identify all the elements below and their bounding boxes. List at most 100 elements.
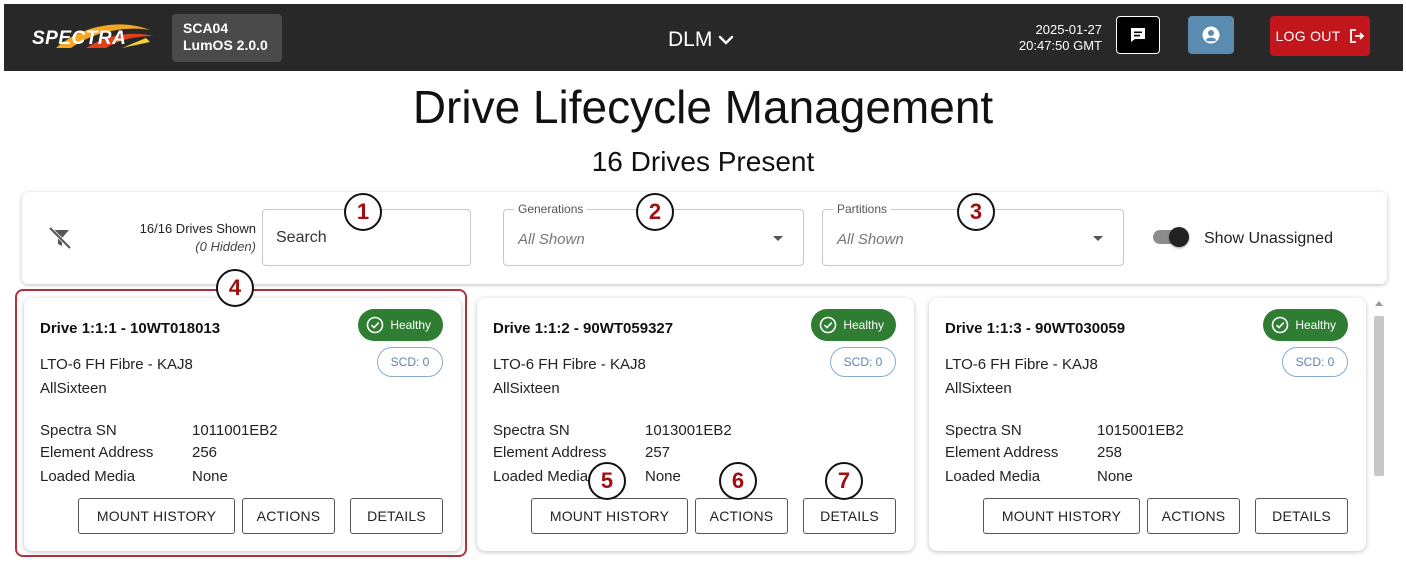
loaded-media-row: Loaded Media None xyxy=(40,468,228,485)
page-subtitle: 16 Drives Present xyxy=(591,146,815,177)
element-address-label: Element Address xyxy=(40,444,154,461)
spectra-sn-label: Spectra SN xyxy=(945,422,1022,439)
generations-label: Generations xyxy=(514,202,588,216)
element-address-value: 256 xyxy=(192,444,218,461)
element-address-value: 257 xyxy=(645,444,671,461)
system-version: LumOS 2.0.0 xyxy=(183,37,268,53)
scd-chip[interactable]: SCD: 0 xyxy=(377,347,443,377)
status-badge: Healthy xyxy=(811,309,896,341)
check-circle-icon xyxy=(820,316,837,334)
user-profile-button[interactable] xyxy=(1188,16,1234,54)
spectra-sn-label: Spectra SN xyxy=(493,422,570,439)
status-text: Healthy xyxy=(843,318,884,332)
drive-title: Drive 1:1:3 - 90WT030059 xyxy=(945,320,1126,337)
messages-button[interactable] xyxy=(1116,16,1160,54)
drive-model: LTO-6 FH Fibre - KAJ8 xyxy=(40,356,193,373)
dlm-menu-dropdown[interactable]: DLM xyxy=(668,28,734,52)
loaded-media-value: None xyxy=(645,468,681,485)
drives-hidden-text: (0 Hidden) xyxy=(195,239,256,254)
dropdown-arrow-icon xyxy=(773,236,783,241)
clear-filter-button[interactable] xyxy=(46,224,74,257)
callout-marker: 6 xyxy=(719,462,757,500)
loaded-media-label: Loaded Media xyxy=(945,468,1041,485)
element-address-label: Element Address xyxy=(493,444,607,461)
callout-marker: 3 xyxy=(957,193,995,231)
details-button[interactable]: DETAILS xyxy=(350,498,443,534)
spectra-logo[interactable]: SPECTRA xyxy=(26,18,156,58)
search-input[interactable] xyxy=(276,228,456,247)
callout-marker: 2 xyxy=(636,193,674,231)
drive-title: Drive 1:1:2 - 90WT059327 xyxy=(493,320,674,337)
dlm-menu-label: DLM xyxy=(668,28,713,51)
logout-button[interactable]: LOG OUT xyxy=(1270,16,1370,56)
loaded-media-value: None xyxy=(1097,468,1133,485)
spectra-sn-row: Spectra SN 1015001EB2 xyxy=(945,422,1184,439)
scroll-up-arrow-icon[interactable] xyxy=(1375,301,1383,306)
drive-partition: AllSixteen xyxy=(945,380,1012,397)
page-title: Drive Lifecycle Management xyxy=(412,81,994,133)
chevron-down-icon xyxy=(719,35,734,45)
loaded-media-value: None xyxy=(192,468,228,485)
generations-value: All Shown xyxy=(518,231,585,248)
loaded-media-row: Loaded Media None xyxy=(945,468,1133,485)
callout-marker: 1 xyxy=(344,193,382,231)
check-circle-icon xyxy=(367,316,384,334)
spectra-sn-label: Spectra SN xyxy=(40,422,117,439)
logout-icon xyxy=(1349,29,1364,43)
drive-partition: AllSixteen xyxy=(493,380,560,397)
drive-partition: AllSixteen xyxy=(40,380,107,397)
drive-model: LTO-6 FH Fibre - KAJ8 xyxy=(945,356,1098,373)
drive-card: Drive 1:1:2 - 90WT059327 Healthy SCD: 0 … xyxy=(477,298,914,551)
message-icon xyxy=(1131,28,1145,42)
drive-model: LTO-6 FH Fibre - KAJ8 xyxy=(493,356,646,373)
scrollbar-thumb[interactable] xyxy=(1374,316,1384,476)
logo-text: SPECTRA xyxy=(32,28,127,49)
mount-history-button[interactable]: MOUNT HISTORY xyxy=(983,498,1140,534)
element-address-label: Element Address xyxy=(945,444,1059,461)
date-time-display: 2025-01-27 20:47:50 GMT xyxy=(994,22,1102,54)
spectra-sn-value: 1013001EB2 xyxy=(645,422,732,439)
filter-off-icon xyxy=(48,226,72,250)
status-badge: Healthy xyxy=(358,309,443,341)
check-circle-icon xyxy=(1272,316,1289,334)
element-address-row: Element Address 258 xyxy=(945,444,1122,461)
mount-history-button[interactable]: MOUNT HISTORY xyxy=(531,498,688,534)
callout-marker: 5 xyxy=(588,462,626,500)
show-unassigned-toggle[interactable] xyxy=(1153,227,1189,247)
toggle-knob xyxy=(1169,227,1189,247)
system-info-badge[interactable]: SCA04 LumOS 2.0.0 xyxy=(172,14,282,62)
loaded-media-label: Loaded Media xyxy=(40,468,136,485)
spectra-sn-value: 1011001EB2 xyxy=(192,422,278,439)
status-text: Healthy xyxy=(390,318,431,332)
actions-button[interactable]: ACTIONS xyxy=(242,498,335,534)
date-text: 2025-01-27 xyxy=(1035,22,1103,37)
details-button[interactable]: DETAILS xyxy=(803,498,896,534)
partitions-value: All Shown xyxy=(837,231,904,248)
element-address-row: Element Address 256 xyxy=(40,444,217,461)
spectra-sn-row: Spectra SN 1013001EB2 xyxy=(493,422,732,439)
element-address-value: 258 xyxy=(1097,444,1123,461)
status-badge: Healthy xyxy=(1263,309,1348,341)
actions-button[interactable]: ACTIONS xyxy=(1147,498,1240,534)
show-unassigned-label: Show Unassigned xyxy=(1204,230,1333,247)
element-address-row: Element Address 257 xyxy=(493,444,670,461)
callout-marker: 7 xyxy=(825,462,863,500)
top-bar: SPECTRA SCA04 LumOS 2.0.0 DLM 2025-01-27… xyxy=(4,4,1403,71)
user-icon xyxy=(1202,26,1220,44)
drive-title: Drive 1:1:1 - 10WT018013 xyxy=(40,320,221,337)
time-text: 20:47:50 GMT xyxy=(1018,38,1102,53)
drives-shown-text: 16/16 Drives Shown xyxy=(139,221,256,236)
drives-shown-count: 16/16 Drives Shown (0 Hidden) xyxy=(104,220,256,256)
details-button[interactable]: DETAILS xyxy=(1255,498,1348,534)
loaded-media-row: Loaded Media None xyxy=(493,468,681,485)
callout-marker: 4 xyxy=(216,269,254,307)
spectra-sn-row: Spectra SN 1011001EB2 xyxy=(40,422,278,439)
scd-chip[interactable]: SCD: 0 xyxy=(1282,347,1348,377)
spectra-sn-value: 1015001EB2 xyxy=(1097,422,1184,439)
actions-button[interactable]: ACTIONS xyxy=(695,498,788,534)
drive-card: Drive 1:1:3 - 90WT030059 Healthy SCD: 0 … xyxy=(929,298,1366,551)
partitions-label: Partitions xyxy=(833,202,892,216)
mount-history-button[interactable]: MOUNT HISTORY xyxy=(78,498,235,534)
scd-chip[interactable]: SCD: 0 xyxy=(830,347,896,377)
dropdown-arrow-icon xyxy=(1093,236,1103,241)
